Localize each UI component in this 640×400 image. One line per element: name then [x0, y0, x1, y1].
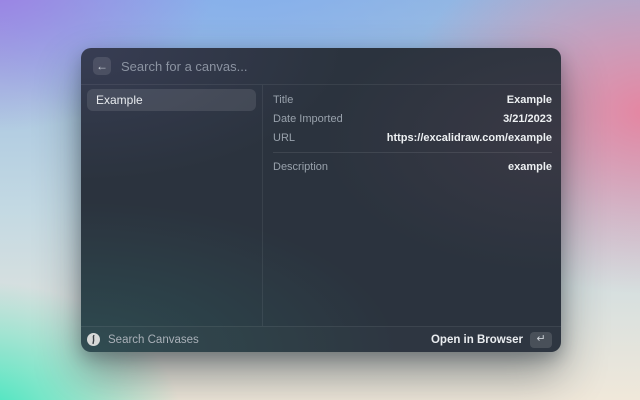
enter-key-icon: ↵ [530, 331, 552, 348]
back-arrow-icon: ← [96, 59, 108, 73]
detail-label: Date Imported [273, 112, 343, 125]
primary-action-button[interactable]: Open in Browser ↵ [430, 331, 552, 348]
command-name-label: Search Canvases [108, 333, 199, 346]
detail-value: 3/21/2023 [503, 112, 552, 125]
detail-row-url: URL https://excalidraw.com/example [273, 128, 552, 147]
detail-value: Example [506, 93, 552, 106]
detail-row-description: Description example [273, 157, 552, 176]
detail-value: https://excalidraw.com/example [386, 131, 552, 144]
detail-row-date-imported: Date Imported 3/21/2023 [273, 109, 552, 128]
detail-label: URL [273, 131, 296, 144]
search-input[interactable] [121, 58, 549, 74]
detail-row-title: Title Example [273, 90, 552, 109]
back-button[interactable]: ← [93, 57, 111, 75]
main-content: Example Title Example Date Imported 3/21… [81, 85, 561, 326]
excalidraw-logo-icon [87, 333, 100, 346]
list-item-example[interactable]: Example [87, 89, 256, 111]
detail-label: Description [273, 160, 329, 173]
detail-value: example [507, 160, 552, 173]
details-panel: Title Example Date Imported 3/21/2023 UR… [263, 85, 561, 326]
action-bar: Search Canvases Open in Browser ↵ [81, 326, 561, 352]
desktop-background: ← Example Title Example Date Imported 3/… [0, 0, 640, 400]
results-list: Example [81, 85, 263, 326]
launcher-window: ← Example Title Example Date Imported 3/… [81, 48, 561, 352]
details-divider [273, 152, 552, 153]
search-bar: ← [81, 48, 561, 85]
detail-label: Title [273, 93, 294, 106]
primary-action-label: Open in Browser [430, 333, 523, 346]
